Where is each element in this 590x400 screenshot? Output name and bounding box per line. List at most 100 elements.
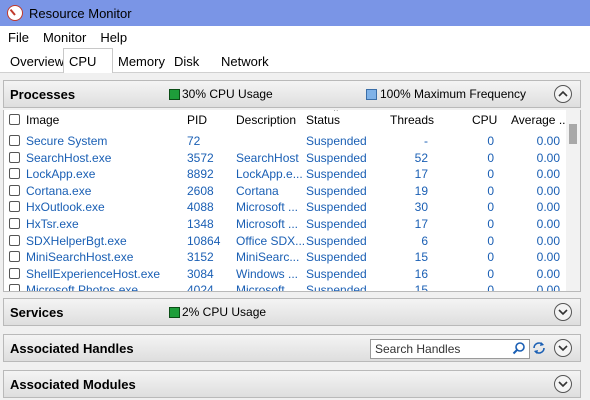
tab-network[interactable]: Network [216,51,274,72]
processes-scrollbar[interactable] [566,110,580,291]
table-row[interactable]: HxOutlook.exe 4088 Microsoft ... Suspended 3… [4,199,564,215]
select-all-checkbox[interactable] [9,114,20,125]
column-pid[interactable]: PID [187,110,207,132]
cell-threads: 16 [414,266,428,281]
row-checkbox[interactable] [9,201,20,213]
row-checkbox[interactable] [9,251,20,263]
cell-threads: 17 [414,167,428,182]
menu-file[interactable]: File [2,30,35,45]
column-threads[interactable]: Threads [390,110,434,132]
row-checkbox[interactable] [9,218,20,229]
handles-title: Associated Handles [10,340,134,356]
search-icon[interactable] [512,341,526,355]
menu-help[interactable]: Help [94,30,133,45]
chevron-down-icon[interactable] [554,339,572,357]
cell-status: Suspended [306,250,367,265]
processes-max-frequency: 100% Maximum Frequency [380,87,527,101]
column-average-cpu[interactable]: Average ... [511,110,569,132]
menu-monitor[interactable]: Monitor [37,30,92,45]
row-checkbox[interactable] [9,168,20,180]
table-row[interactable]: Secure System 72 Suspended - 0 0.00 [4,133,564,149]
column-cpu[interactable]: CPU [472,110,497,132]
cell-threads: 17 [414,217,428,231]
cell-status: Suspended [306,150,367,165]
window-title: Resource Monitor [29,5,132,21]
cell-status: Suspended [306,266,367,281]
cell-image: ShellExperienceHost.exe [26,266,161,281]
cell-image: LockApp.exe [26,167,96,182]
refresh-search-icon[interactable] [532,341,546,355]
cpu-usage-swatch [169,89,180,100]
table-row[interactable]: SearchHost.exe 3572 SearchHost Suspended 52 0… [4,150,564,166]
row-checkbox[interactable] [9,184,20,196]
cell-status: Suspended [306,233,367,248]
cell-average-cpu: 0.00 [536,233,560,248]
cell-image: Microsoft.Photos.exe [26,283,139,292]
cell-status: Suspended [306,167,367,182]
chevron-down-icon[interactable] [554,375,572,393]
cell-average-cpu: 0.00 [536,134,560,148]
table-row[interactable]: MiniSearchHost.exe 3152 MiniSearc... Suspen… [4,249,564,265]
tab-bar: Overview CPU Memory Disk Network [0,48,590,73]
tab-memory[interactable]: Memory [113,51,170,72]
cell-description: Microsoft ... [236,283,299,292]
cell-threads: 19 [414,183,428,198]
chevron-down-icon[interactable] [554,303,572,321]
sort-caret-icon: ^ [334,110,338,116]
services-cpu-usage: 2% CPU Usage [182,305,267,319]
table-row[interactable]: ShellExperienceHost.exe 3084 Windows ... Su… [4,266,564,282]
cell-image: SearchHost.exe [26,150,112,165]
cell-description: SearchHost [236,150,299,165]
scrollbar-thumb[interactable] [569,124,577,144]
cell-pid: 4024 [187,283,214,292]
tab-disk[interactable]: Disk [169,51,204,72]
cell-average-cpu: 0.00 [536,283,560,292]
cell-description: Cortana [236,183,279,198]
cell-threads: - [424,134,428,148]
table-row[interactable]: SDXHelperBgt.exe 10864 Office SDX... Suspen… [4,233,564,249]
cell-status: Suspended [306,134,367,148]
cell-pid: 10864 [187,233,221,248]
cell-average-cpu: 0.00 [536,266,560,281]
row-checkbox[interactable] [9,135,20,146]
tab-cpu[interactable]: CPU [63,48,113,73]
cell-image: SDXHelperBgt.exe [26,233,127,248]
cell-image: Secure System [26,134,108,148]
modules-header[interactable]: Associated Modules [3,370,581,398]
table-row[interactable]: HxTsr.exe 1348 Microsoft ... Suspended 17 0 0.… [4,216,564,232]
chevron-up-icon[interactable] [554,85,572,103]
search-handles-input[interactable]: Search Handles [370,339,530,359]
cell-status: Suspended [306,283,367,292]
menu-bar: File Monitor Help [0,26,590,48]
title-bar: Resource Monitor [0,0,590,26]
tab-overview[interactable]: Overview [5,51,69,72]
cell-status: Suspended [306,183,367,198]
cell-pid: 4088 [187,200,214,215]
cell-average-cpu: 0.00 [536,217,560,231]
cell-pid: 8892 [187,167,214,182]
processes-header[interactable]: Processes 30% CPU Usage 100% Maximum Fre… [3,80,581,108]
table-row[interactable]: Microsoft.Photos.exe 4024 Microsoft ... Sus… [4,282,564,292]
row-checkbox[interactable] [9,284,20,291]
modules-title: Associated Modules [10,376,136,392]
row-checkbox[interactable] [9,151,20,163]
cell-cpu: 0 [487,217,494,231]
row-checkbox[interactable] [9,267,20,279]
cell-pid: 1348 [187,217,214,231]
cell-cpu: 0 [487,167,494,182]
cell-average-cpu: 0.00 [536,150,560,165]
cell-average-cpu: 0.00 [536,167,560,182]
row-checkbox[interactable] [9,234,20,246]
table-row[interactable]: LockApp.exe 8892 LockApp.e... Suspended 17 0 0… [4,166,564,182]
services-cpu-swatch [169,307,180,318]
column-description[interactable]: Description [236,110,296,132]
cell-description: Microsoft ... [236,217,299,231]
cell-pid: 3572 [187,150,214,165]
table-row[interactable]: Cortana.exe 2608 Cortana Suspended 19 0 0.00 [4,183,564,199]
cell-average-cpu: 0.00 [536,183,560,198]
cell-cpu: 0 [487,266,494,281]
services-header[interactable]: Services 2% CPU Usage [3,298,581,326]
column-image[interactable]: Image [26,110,59,132]
handles-header[interactable]: Associated Handles Search Handles [3,334,581,362]
cell-description: LockApp.e... [236,167,303,182]
